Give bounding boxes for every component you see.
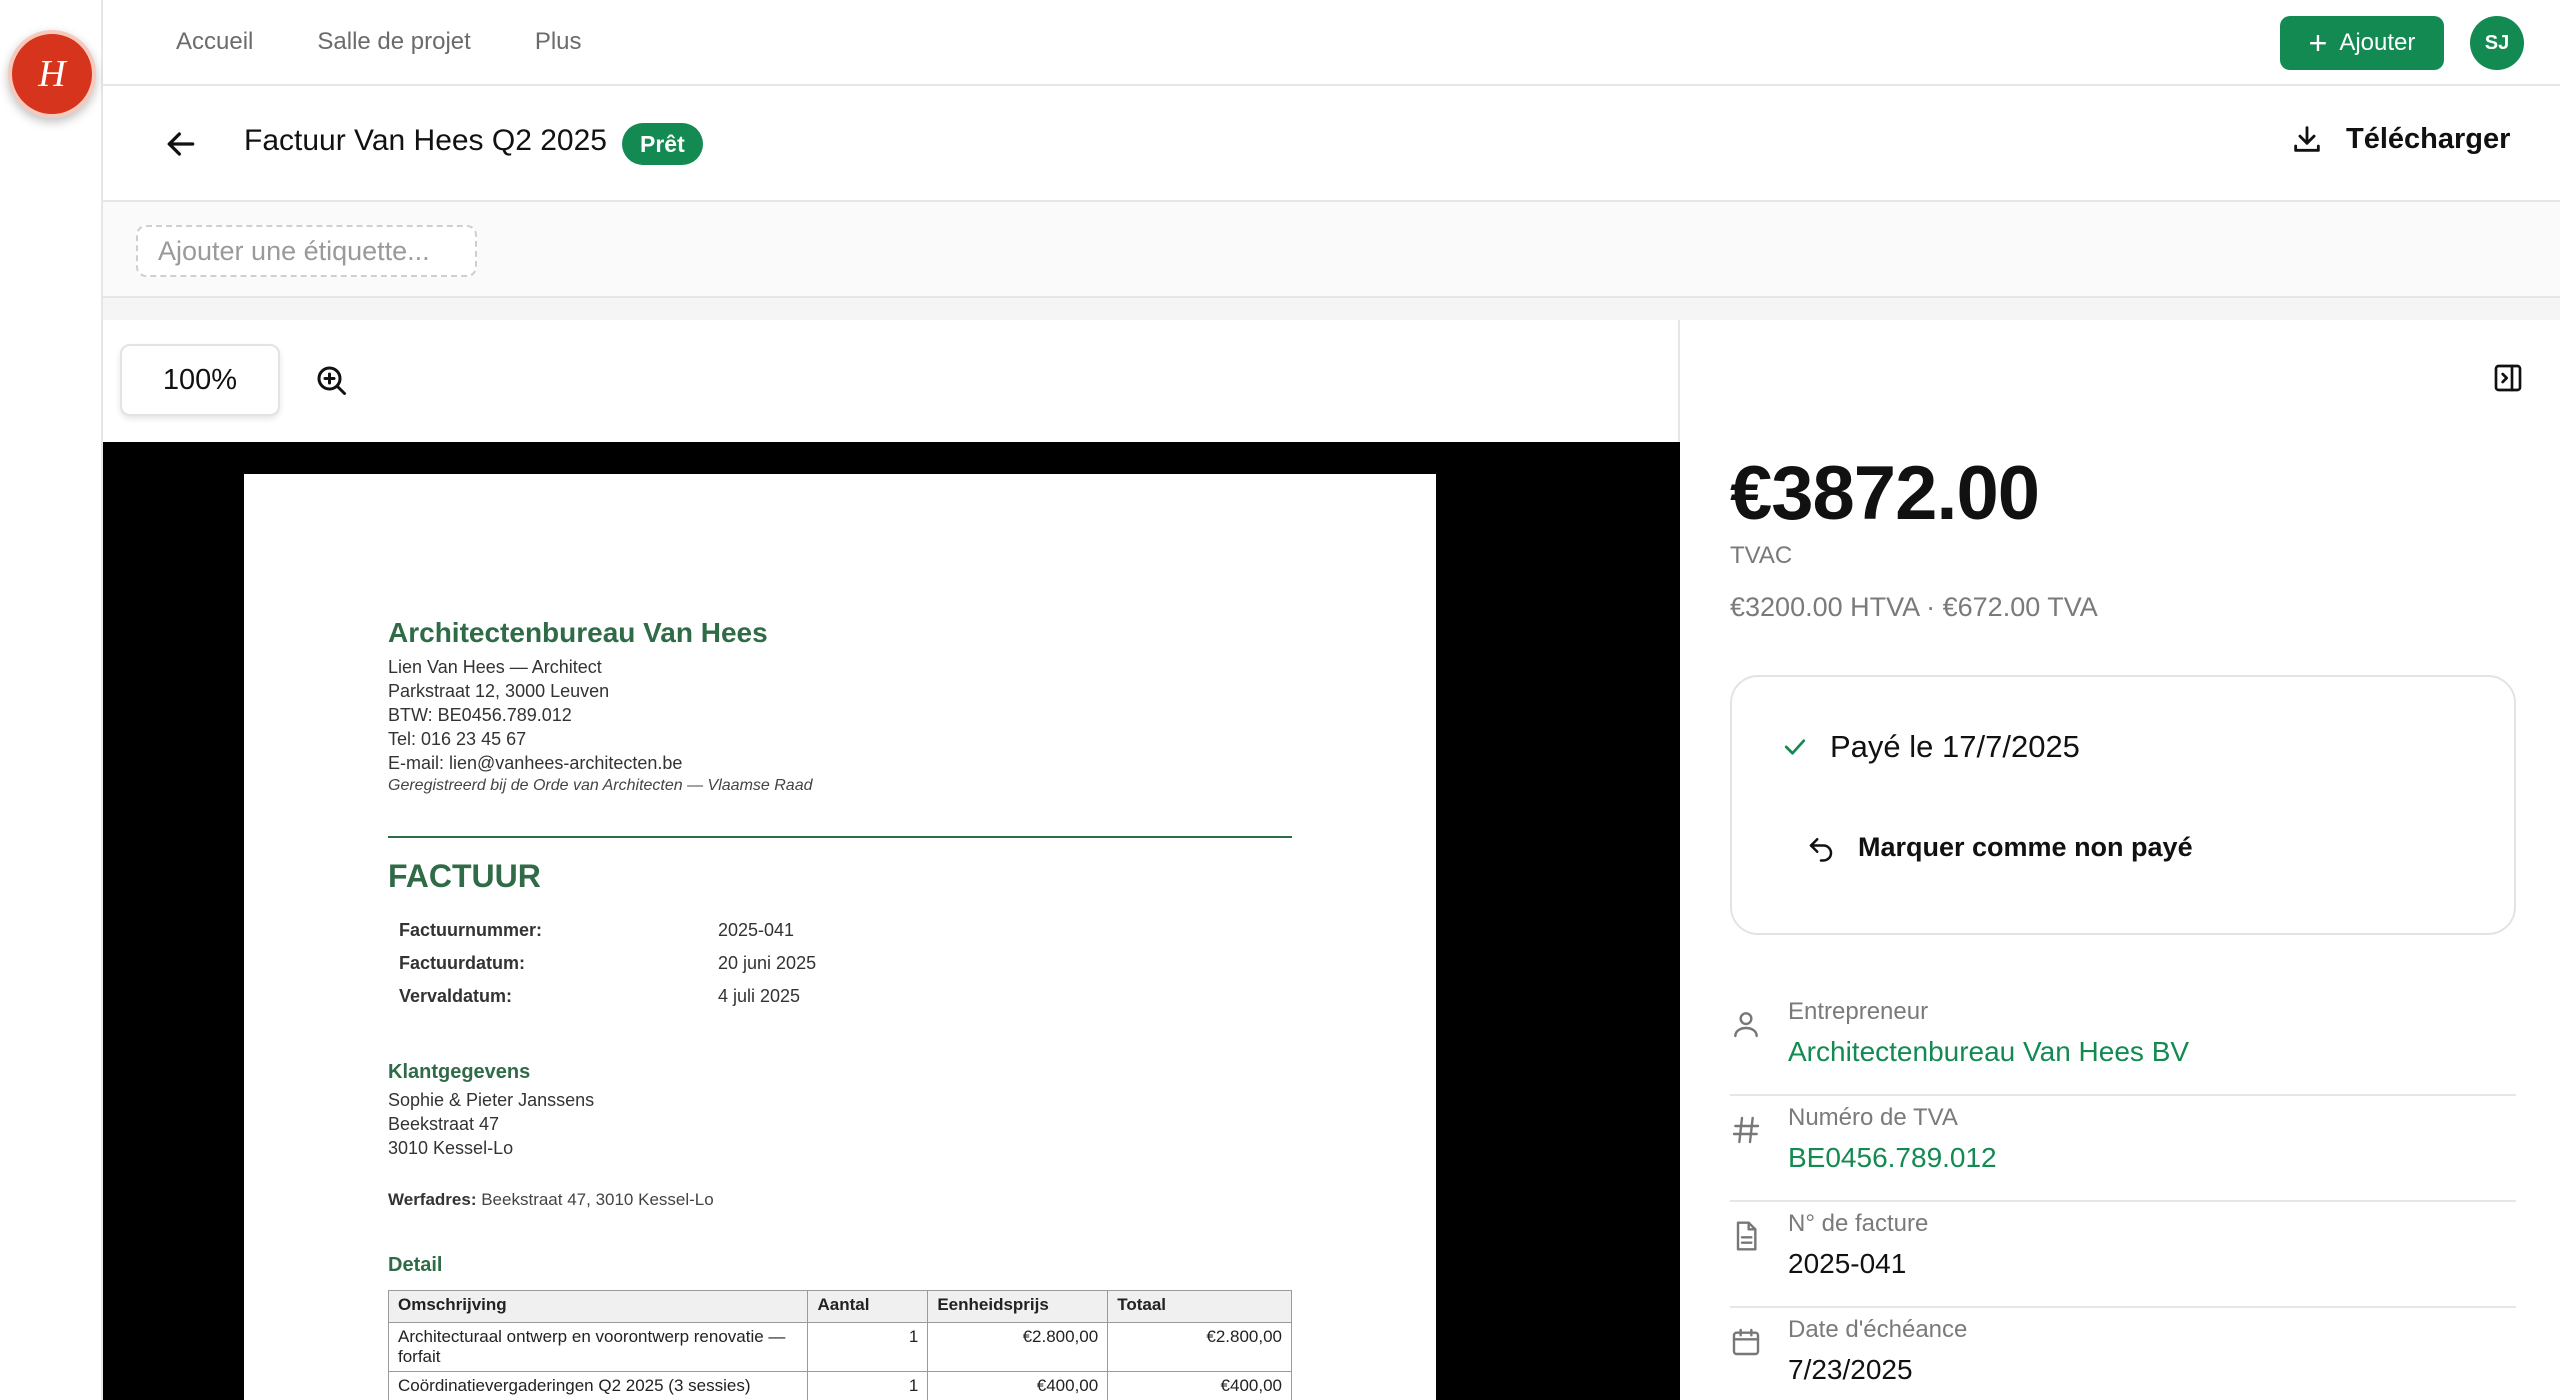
doc-detail-heading: Detail [388, 1254, 443, 1276]
doc-client-line: 3010 Kessel-Lo [388, 1138, 514, 1158]
download-label: Télécharger [2346, 122, 2511, 155]
doc-contact-line: BTW: BE0456.789.012 [388, 705, 572, 725]
table-cell-description: Coördinatievergaderingen Q2 2025 (3 sess… [387, 1371, 809, 1400]
total-amount-label: TVAC [1730, 542, 1793, 569]
undo-icon [1809, 837, 1833, 862]
paid-status: Payé le 17/7/2025 [1780, 729, 2080, 765]
table-row: Architecturaal ontwerp en voorontwerp re… [387, 1322, 1292, 1372]
mark-unpaid-label: Marquer comme non payé [1858, 832, 2193, 862]
hash-icon [1732, 1116, 1760, 1144]
status-badge: Prêt [622, 123, 703, 165]
calendar-icon [1732, 1328, 1760, 1356]
invoice-number-value: 2025-041 [1788, 1248, 1907, 1279]
user-avatar[interactable]: SJ [2470, 16, 2524, 70]
page-title: Factuur Van Hees Q2 2025 [244, 124, 607, 157]
field-vat-number: Numéro de TVA BE0456.789.012 [1730, 1096, 2516, 1202]
document-icon [1736, 1221, 1757, 1251]
mark-unpaid-button[interactable]: Marquer comme non payé [1806, 832, 2193, 863]
table-row: Coördinatievergaderingen Q2 2025 (3 sess… [387, 1371, 1292, 1400]
doc-meta-value: 20 juni 2025 [718, 953, 817, 973]
nav-item-accueil[interactable]: Accueil [176, 28, 253, 56]
doc-company-name: Architectenbureau Van Hees [388, 617, 768, 648]
download-icon [2294, 126, 2320, 152]
doc-client-line: Beekstraat 47 [388, 1114, 500, 1134]
field-entrepreneur: Entrepreneur Architectenbureau Van Hees … [1730, 990, 2516, 1096]
table-cell-total: €2.800,00 [1107, 1322, 1292, 1372]
vat-number-link[interactable]: BE0456.789.012 [1788, 1142, 1997, 1174]
doc-meta-value: 4 juli 2025 [718, 986, 801, 1006]
add-button[interactable]: + Ajouter [2280, 16, 2444, 70]
left-rail: H [0, 0, 103, 1400]
table-cell-unit-price: €400,00 [927, 1371, 1109, 1400]
doc-contact-line: E-mail: lien@vanhees-architecten.be [388, 753, 683, 773]
table-header: Omschrijving [387, 1290, 809, 1323]
doc-meta-label: Vervaldatum: [399, 986, 513, 1006]
table-cell-total: €400,00 [1107, 1371, 1292, 1400]
field-label: Date d'échéance [1788, 1316, 1968, 1343]
doc-site-address-label: Werfadres: [388, 1190, 477, 1209]
table-cell-description: Architecturaal ontwerp en voorontwerp re… [387, 1322, 809, 1372]
field-label: Entrepreneur [1788, 998, 1929, 1025]
doc-contact-line: Parkstraat 12, 3000 Leuven [388, 681, 610, 701]
doc-meta-label: Factuurnummer: [399, 920, 543, 940]
title-bar: Factuur Van Hees Q2 2025 Prêt Télécharge… [103, 86, 2560, 202]
field-label: Numéro de TVA [1788, 1104, 1958, 1131]
table-header: Aantal [807, 1290, 929, 1323]
nav-links: Accueil Salle de projet Plus [176, 0, 582, 84]
doc-contact-line: Lien Van Hees — Architect [388, 657, 602, 677]
nav-item-plus[interactable]: Plus [535, 28, 582, 56]
zoom-level-selector[interactable]: 100% [120, 344, 280, 416]
table-header: Eenheidsprijs [927, 1290, 1109, 1323]
paid-status-label: Payé le 17/7/2025 [1830, 729, 2080, 764]
logo-letter: H [38, 53, 66, 95]
pdf-canvas[interactable]: Architectenbureau Van Hees Lien Van Hees… [103, 442, 1680, 1400]
doc-site-address-value: Beekstraat 47, 3010 Kessel-Lo [476, 1190, 714, 1209]
doc-line-items-table: Omschrijving Aantal Eenheidsprijs Totaal… [387, 1290, 1292, 1400]
add-tag-input[interactable]: Ajouter une étiquette... [136, 225, 477, 277]
field-label: N° de facture [1788, 1210, 1929, 1237]
back-arrow-icon[interactable] [161, 124, 201, 164]
table-cell-quantity: 1 [807, 1371, 929, 1400]
add-button-label: Ajouter [2339, 29, 2416, 56]
nav-item-salle-de-projet[interactable]: Salle de projet [317, 28, 470, 56]
doc-client-heading: Klantgegevens [388, 1061, 531, 1083]
doc-site-address: Werfadres: Beekstraat 47, 3010 Kessel-Lo [388, 1190, 714, 1210]
amount-breakdown: €3200.00 HTVA · €672.00 TVA [1730, 592, 2098, 622]
doc-divider [388, 836, 1292, 838]
payment-status-card: Payé le 17/7/2025 Marquer comme non payé [1730, 675, 2516, 935]
plus-icon: + [2308, 25, 2328, 61]
doc-client-line: Sophie & Pieter Janssens [388, 1090, 595, 1110]
tag-bar: Ajouter une étiquette... [103, 202, 2560, 298]
due-date-value: 7/23/2025 [1788, 1354, 1913, 1385]
document-viewer: 100% Architectenbureau Van Hees Lien Van… [103, 320, 1680, 1400]
table-header-row: Omschrijving Aantal Eenheidsprijs Totaal [387, 1290, 1292, 1323]
pdf-page: Architectenbureau Van Hees Lien Van Hees… [244, 474, 1436, 1400]
entrepreneur-link[interactable]: Architectenbureau Van Hees BV [1788, 1036, 2189, 1068]
table-cell-unit-price: €2.800,00 [927, 1322, 1109, 1372]
check-icon [1784, 739, 1806, 755]
zoom-in-icon[interactable] [313, 362, 349, 398]
field-invoice-number: N° de facture 2025-041 [1730, 1202, 2516, 1308]
total-amount: €3872.00 [1730, 451, 2040, 536]
table-header: Totaal [1107, 1290, 1292, 1323]
app-logo[interactable]: H [8, 30, 96, 118]
divider-strip [103, 298, 2560, 320]
doc-heading: FACTUUR [388, 858, 541, 894]
doc-registration: Geregistreerd bij de Orde van Architecte… [388, 777, 813, 794]
invoice-summary-panel: €3872.00 TVAC €3200.00 HTVA · €672.00 TV… [1682, 320, 2560, 1400]
collapse-panel-icon[interactable] [2492, 362, 2524, 394]
top-nav: Accueil Salle de projet Plus + Ajouter S… [103, 0, 2560, 86]
person-icon [1734, 1012, 1758, 1038]
doc-contact-line: Tel: 016 23 45 67 [388, 729, 527, 749]
doc-meta-value: 2025-041 [718, 920, 795, 940]
doc-meta-label: Factuurdatum: [399, 953, 525, 973]
download-button[interactable]: Télécharger [2290, 122, 2510, 156]
field-due-date: Date d'échéance 7/23/2025 [1730, 1308, 2516, 1400]
table-cell-quantity: 1 [807, 1322, 929, 1372]
